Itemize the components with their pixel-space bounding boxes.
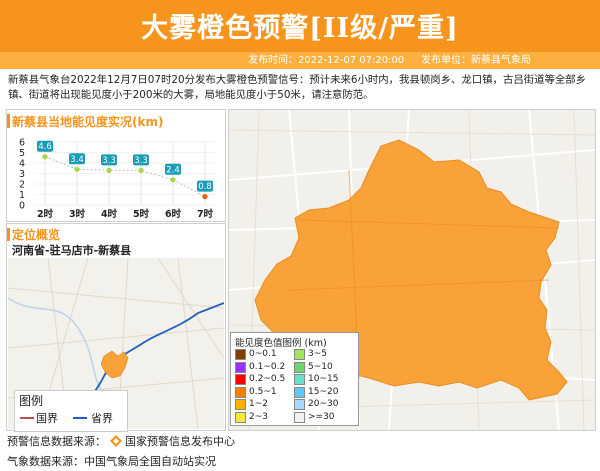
data-label: 4.6	[38, 142, 52, 152]
legend-item: 2~3	[235, 411, 268, 423]
weather-source-line: 气象数据来源：中国气象局全国自动站实况	[7, 455, 216, 468]
y-tick-label: 2	[19, 180, 25, 191]
data-label: 3.3	[134, 156, 148, 166]
legend-swatch	[294, 411, 305, 423]
location-panel: 定位概览 河南省-驻马店市-新蔡县 图例 国界 省界	[6, 223, 226, 432]
legend-label: 5~10	[308, 361, 333, 372]
legend-label: 0.2~0.5	[249, 374, 286, 384]
legend-item: 5~10	[294, 361, 333, 373]
legend-swatch	[294, 399, 305, 410]
visibility-legend-title: 能见度色值图例 (km)	[235, 338, 327, 349]
x-tick-label: 6时	[165, 208, 182, 220]
warning-title: 大雾橙色预警[II级/严重]	[141, 13, 459, 44]
visibility-point	[74, 166, 80, 172]
legend-swatch	[294, 361, 305, 373]
legend-item: 3~5	[294, 349, 327, 360]
legend-label: 0.1~0.2	[249, 361, 286, 372]
legend-item: >=30	[294, 411, 335, 423]
map-legend-title: 图例	[19, 394, 44, 408]
data-label: 2.4	[166, 165, 180, 175]
legend-swatch	[294, 349, 305, 360]
x-tick-label: 5时	[133, 208, 150, 220]
legend-item: 10~15	[294, 374, 339, 385]
legend-swatch	[294, 374, 305, 385]
x-tick-label: 3时	[69, 208, 86, 220]
warning-description: 新蔡县气象台2022年12月7日07时20分发布大雾橙色预警信号：预计未来6小时…	[8, 74, 587, 101]
legend-swatch	[235, 349, 246, 360]
header-banner: 大雾橙色预警[II级/严重]	[0, 0, 600, 52]
publish-unit: 发布单位：新蔡县气象局	[421, 55, 531, 66]
x-tick-label: 2时	[37, 208, 54, 220]
legend-label: 20~30	[308, 399, 339, 409]
x-tick-label: 7时	[197, 208, 214, 220]
legend-label: 15~20	[308, 386, 339, 397]
visibility-point	[170, 177, 176, 183]
x-tick-label: 4时	[101, 208, 118, 220]
y-tick-label: 3	[19, 169, 25, 180]
visibility-point	[202, 194, 208, 200]
visibility-panel: 新蔡县当地能见度实况(km) 0 1 2 3 4 5 6 4.6 2时 3.4 3时 3.3 4时 3.3…	[6, 109, 226, 222]
publish-time: 发布时间：2022-12-07 07:20:00	[248, 55, 405, 66]
location-region: 河南省-驻马店市-新蔡县	[12, 244, 132, 257]
legend-label: 10~15	[308, 374, 339, 384]
visibility-point	[42, 154, 48, 160]
legend-item: 0.5~1	[235, 386, 277, 398]
legend-label: 1~2	[249, 399, 268, 409]
visibility-line	[44, 156, 206, 198]
legend-swatch	[235, 374, 246, 385]
data-label: 3.3	[102, 156, 116, 166]
warning-source-line: 预警信息数据来源： 国家预警信息发布中心	[7, 433, 235, 449]
data-label: 0.8	[198, 182, 212, 192]
country-border-swatch	[20, 417, 34, 419]
visibility-point	[106, 167, 112, 173]
location-panel-title: 定位概览	[12, 228, 61, 242]
legend-swatch	[235, 399, 246, 410]
map-legend: 图例 国界 省界	[14, 390, 128, 432]
legend-item: 0.2~0.5	[235, 374, 286, 385]
legend-label: 0.5~1	[249, 386, 277, 397]
data-label: 3.4	[70, 155, 84, 165]
legend-item: 20~30	[294, 399, 339, 410]
warning-source-name: 国家预警信息发布中心	[125, 435, 235, 448]
legend-swatch	[235, 361, 246, 373]
publish-info-bar: 发布时间：2022-12-07 07:20:00 发布单位：新蔡县气象局	[0, 52, 600, 69]
legend-swatch	[294, 386, 305, 398]
y-tick-label: 5	[19, 148, 25, 159]
legend-item: 0.1~0.2	[235, 361, 286, 373]
y-tick-label: 1	[19, 190, 25, 201]
province-border-swatch	[73, 417, 87, 419]
visibility-color-legend: 能见度色值图例 (km) 0~0.1 3~5 0.1~0.2 5~10 0.2~0.5 1…	[230, 332, 359, 426]
y-tick-label: 4	[19, 159, 25, 170]
legend-item: 15~20	[294, 386, 339, 398]
legend-label: >=30	[308, 411, 335, 422]
legend-item: 0~0.1	[235, 349, 277, 360]
province-border-label: 省界	[91, 412, 113, 425]
warning-source-label: 预警信息数据来源：	[7, 435, 106, 448]
legend-swatch	[235, 386, 246, 398]
legend-item: 1~2	[235, 399, 268, 410]
warning-center-logo-icon	[109, 435, 122, 447]
legend-label: 2~3	[249, 411, 268, 422]
visibility-point	[138, 167, 144, 173]
y-tick-label: 0	[19, 201, 25, 212]
panel-accent	[7, 228, 10, 241]
legend-label: 3~5	[308, 349, 327, 359]
country-border-label: 国界	[36, 412, 58, 425]
legend-swatch	[235, 411, 246, 423]
y-tick-label: 6	[19, 138, 25, 149]
legend-label: 0~0.1	[249, 349, 277, 359]
visibility-chart: 0123456 4.6 2时 3.4 3时 3.3 4时 3.3 5时 2.4 6时 0.8 7时	[19, 138, 215, 220]
